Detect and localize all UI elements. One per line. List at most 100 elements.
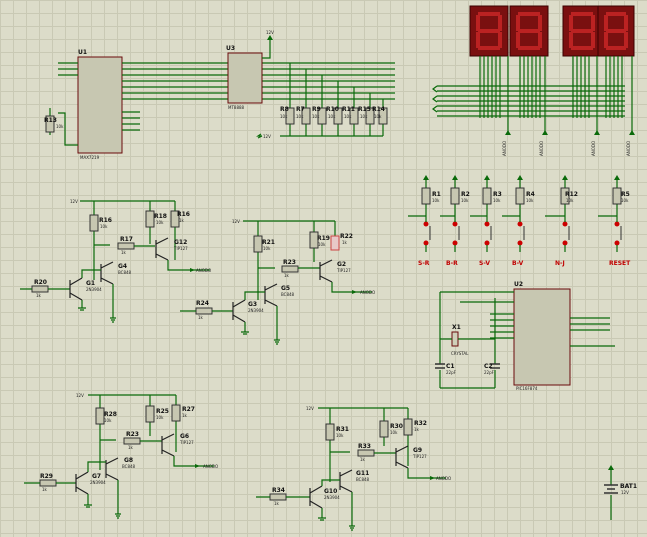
- pullup-r4-val: 10k: [526, 198, 534, 203]
- button-b-r[interactable]: B-R: [446, 260, 458, 267]
- driver-vcc-labels: 12V 12V 12V 12V: [70, 199, 314, 411]
- d1-r20-val: 1k: [36, 293, 42, 298]
- g6-part: TIP127: [179, 440, 194, 445]
- anodo-d2: ANODO: [360, 290, 375, 295]
- anodo-label-4: ANODO: [626, 141, 631, 156]
- u2-part: PIC16F874: [516, 386, 538, 391]
- g1-ref: G1: [86, 280, 95, 287]
- pullup-r1-val: 10k: [432, 198, 440, 203]
- pullup-r3: R3: [493, 191, 502, 198]
- button-n-j[interactable]: N-J: [555, 260, 565, 267]
- driver-1: R16 10k R18 10k R16 1k R17 1k R20 1k G1 …: [20, 200, 211, 323]
- vcc-d4: 12V: [306, 406, 314, 411]
- bat1-ref: BAT1: [620, 483, 637, 490]
- row-r9-val: 10k: [312, 114, 320, 119]
- pullup-r5-val: 10k: [621, 198, 629, 203]
- crystal-x1: X1 CRYSTAL: [440, 324, 495, 356]
- d3-r29: R29: [40, 473, 53, 480]
- pullup-r1: R1: [432, 191, 441, 198]
- d1-r18: R18: [154, 213, 167, 220]
- d3-r29-val: 1k: [42, 487, 48, 492]
- pullup-r12: R12: [565, 191, 578, 198]
- resistor-r13: R13 10k: [44, 108, 64, 135]
- c2-val: 22pF: [484, 370, 495, 375]
- anodo-d1: ANODO: [196, 268, 211, 273]
- button-b-v[interactable]: B-V: [512, 260, 524, 267]
- pullup-r4: R4: [526, 191, 535, 198]
- d4-r31: R31: [336, 426, 349, 433]
- pullup-r3-val: 10k: [493, 198, 501, 203]
- d1-r16: R16: [99, 217, 112, 224]
- chip-u1: U1 MAX7219: [58, 49, 395, 160]
- row-r15-val: 10k: [360, 114, 368, 119]
- g3-ref: G3: [248, 301, 257, 308]
- driver-3: R28 10k R25 10k R27 1k R23 1k R29 1k G7 …: [24, 394, 218, 519]
- chip-u2: U2 PIC16F874: [439, 281, 615, 391]
- driver-2: R21 10k R19 10k R22 1k R23 1k R24 1k G3 …: [180, 220, 375, 345]
- g8-part: BC848: [122, 464, 136, 469]
- g2-part: TIP127: [336, 268, 351, 273]
- g9-part: TIP127: [412, 454, 427, 459]
- d3-r25: R25: [156, 408, 169, 415]
- d4-r31-val: 10k: [336, 433, 344, 438]
- row-r11: R11: [342, 106, 355, 113]
- r13-ref: R13: [44, 117, 57, 124]
- row-r11-val: 10k: [344, 114, 352, 119]
- d1-r16b: R16: [177, 211, 190, 218]
- g12-ref: G12: [174, 239, 187, 246]
- c1-val: 22pF: [446, 370, 457, 375]
- d2-r21-val: 10k: [263, 246, 271, 251]
- pullup-r2: R2: [461, 191, 470, 198]
- button-s-v[interactable]: S-V: [479, 260, 490, 267]
- row-r14: R14: [372, 106, 385, 113]
- d2-r24-val: 1k: [198, 315, 204, 320]
- u3-ref: U3: [226, 45, 235, 52]
- d3-r28: R28: [104, 411, 117, 418]
- driver-4: R31 10k R30 10k R32 1k R33 1k R34 1k G10…: [256, 407, 451, 531]
- anodo-d4: ANODO: [436, 476, 451, 481]
- g11-ref: G11: [356, 470, 369, 477]
- row-vcc-label: 12V: [263, 134, 271, 139]
- d3-r28-val: 10k: [104, 418, 112, 423]
- anodo-label-3: ANODO: [591, 141, 596, 156]
- d2-r21: R21: [262, 239, 275, 246]
- u3-part: MT8888: [228, 105, 245, 110]
- row-r9: R9: [312, 106, 321, 113]
- u1-part: MAX7219: [80, 155, 100, 160]
- d4-r32-val: 1k: [414, 427, 420, 432]
- button-s-r[interactable]: S-R: [418, 260, 430, 267]
- row-r15: R15: [358, 106, 371, 113]
- row-r7: R7: [296, 106, 305, 113]
- d1-r16b-val: 1k: [179, 218, 185, 223]
- row-r8-val: 10k: [280, 114, 288, 119]
- button-reset[interactable]: RESET: [609, 260, 631, 267]
- g3-part: 2N3904: [248, 308, 264, 313]
- g12-part: TIP127: [173, 246, 188, 251]
- anodo-label-1: ANODO: [502, 141, 507, 156]
- anodo-label-2: ANODO: [539, 141, 544, 156]
- d3-r27-val: 1k: [182, 413, 188, 418]
- button-row: R1 R2 R3 R4 R12 R5 10k 10k 10k 10k 10k 1…: [408, 175, 630, 252]
- d1-r17: R17: [120, 236, 133, 243]
- d4-r32: R32: [414, 420, 427, 427]
- g6-ref: G6: [180, 433, 189, 440]
- d2-r23: R23: [283, 259, 296, 266]
- row-r8: R8: [280, 106, 289, 113]
- d1-r16-val: 10k: [100, 224, 108, 229]
- g11-part: BC848: [356, 477, 370, 482]
- d2-r22-val: 1k: [342, 240, 348, 245]
- g7-part: 2N3904: [90, 480, 106, 485]
- g4-part: BC848: [118, 270, 132, 275]
- pullup-r2-val: 10k: [461, 198, 469, 203]
- bat1-val: 12V: [621, 490, 629, 495]
- pullup-r12-val: 10k: [566, 198, 574, 203]
- row-r14-val: 10k: [374, 114, 382, 119]
- g5-ref: G5: [281, 285, 290, 292]
- g9-ref: G9: [413, 447, 422, 454]
- d4-r34: R34: [272, 487, 285, 494]
- d3-r25-val: 10k: [156, 415, 164, 420]
- row-r10-val: 10k: [328, 114, 336, 119]
- x1-ref: X1: [452, 324, 461, 331]
- u3-vcc-label: 12V: [266, 30, 274, 35]
- d2-r19-val: 10k: [318, 242, 326, 247]
